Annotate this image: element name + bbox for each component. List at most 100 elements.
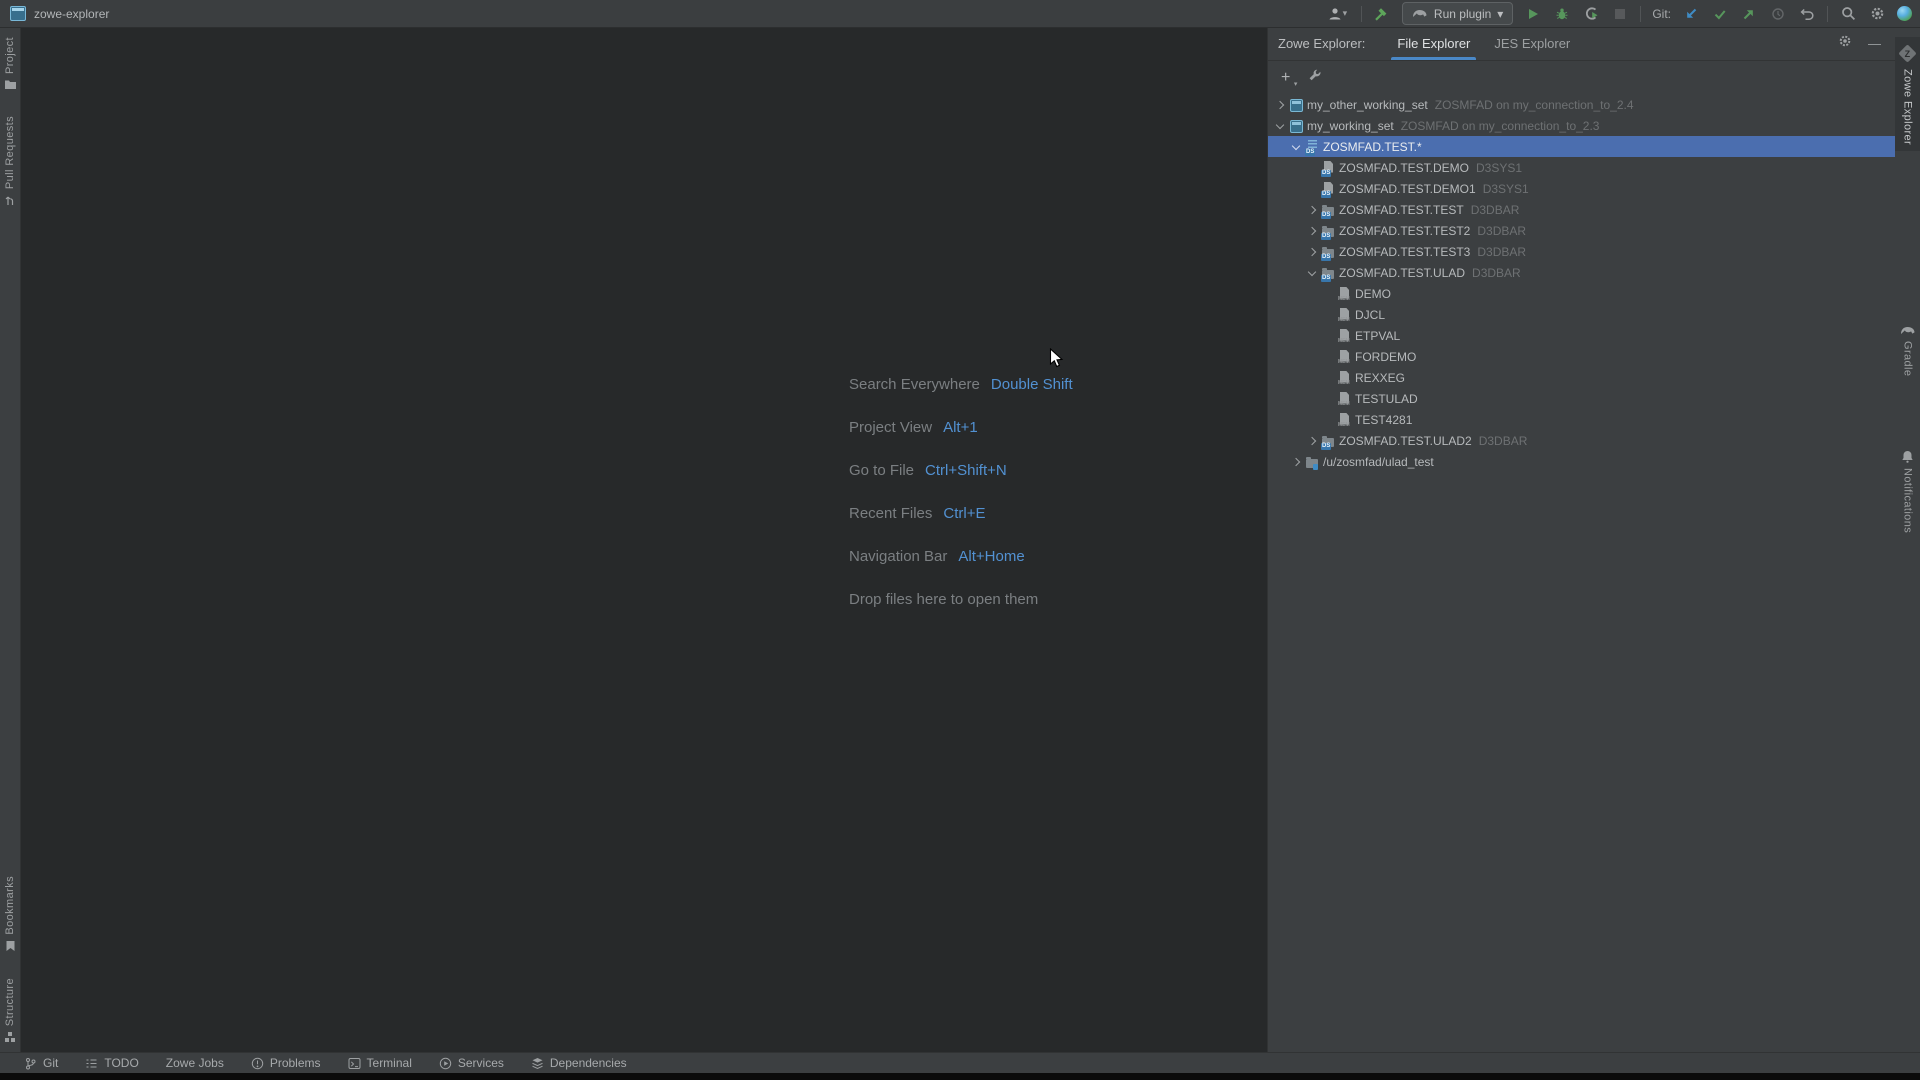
status-bar: Git TODO Zowe Jobs Problems Terminal Services…	[0, 1052, 1920, 1073]
chevron-right-icon[interactable]	[1304, 223, 1320, 239]
tree-item-label: my_other_working_set	[1307, 98, 1428, 112]
sidebar-item-pull-requests[interactable]: Pull Requests	[4, 116, 16, 207]
run-icon[interactable]	[1524, 4, 1542, 24]
statusbar-item-services[interactable]: Services	[439, 1056, 504, 1070]
zowe-panel-title: Zowe Explorer:	[1278, 36, 1365, 51]
ide-sphere-icon[interactable]	[1897, 6, 1912, 21]
build-hammer-icon[interactable]	[1373, 4, 1391, 24]
tree-row[interactable]: ZOSMFAD.TEST.TEST3D3DBAR	[1268, 241, 1895, 262]
tree-row[interactable]: ZOSMFAD.TEST.DEMOD3SYS1	[1268, 157, 1895, 178]
chevron-placeholder	[1304, 181, 1320, 197]
notifications-stripe-label: Notifications	[1902, 468, 1914, 533]
tree-item-label: DEMO	[1355, 287, 1391, 301]
folder-icon	[4, 79, 17, 90]
panel-settings-gear-icon[interactable]	[1838, 34, 1852, 53]
problems-icon	[251, 1057, 264, 1070]
shortcut-action-label: Recent Files	[849, 505, 932, 525]
chevron-down-icon[interactable]	[1304, 265, 1320, 281]
tree-row[interactable]: ZOSMFAD.TEST.DEMO1D3SYS1	[1268, 178, 1895, 199]
chevron-down-icon[interactable]	[1288, 139, 1304, 155]
statusbar-item-label: Problems	[270, 1056, 321, 1070]
statusbar-item-terminal[interactable]: Terminal	[348, 1056, 412, 1070]
tree-item-label: ZOSMFAD.TEST.TEST	[1339, 203, 1464, 217]
shortcut-keystroke: Double Shift	[991, 376, 1073, 396]
statusbar-item-todo[interactable]: TODO	[85, 1056, 138, 1070]
git-update-icon[interactable]	[1682, 4, 1700, 24]
run-with-coverage-icon[interactable]	[1582, 4, 1600, 24]
add-working-set-button[interactable]: +▾	[1281, 70, 1290, 86]
tree-item-suffix: D3SYS1	[1476, 161, 1522, 175]
sidebar-item-zowe-explorer[interactable]: Z Zowe Explorer	[1895, 37, 1920, 151]
search-everywhere-icon[interactable]	[1839, 4, 1857, 24]
sidebar-item-structure[interactable]: Structure	[4, 978, 16, 1043]
tree-row[interactable]: DJCL	[1268, 304, 1895, 325]
run-configuration-button[interactable]: Run plugin ▾	[1402, 2, 1513, 25]
tree-row[interactable]: ZOSMFAD.TEST.ULAD2D3DBAR	[1268, 430, 1895, 451]
tree-row[interactable]: ZOSMFAD.TEST.ULADD3DBAR	[1268, 262, 1895, 283]
tree-row[interactable]: TEST4281	[1268, 409, 1895, 430]
tree-row[interactable]: ZOSMFAD.TEST.TEST D3DBAR	[1268, 199, 1895, 220]
statusbar-item-label: Git	[43, 1056, 58, 1070]
shortcut-action-label: Search Everywhere	[849, 376, 980, 396]
tree-item-label: ZOSMFAD.TEST.*	[1323, 140, 1422, 154]
bottom-edge-strip	[0, 1073, 1920, 1080]
shortcut-hint-row: Project ViewAlt+1	[849, 419, 1073, 439]
dataset-file-icon	[1320, 181, 1337, 197]
statusbar-item-git[interactable]: Git	[24, 1056, 58, 1070]
chevron-right-icon[interactable]	[1304, 244, 1320, 260]
chevron-right-icon[interactable]	[1272, 97, 1288, 113]
rollback-icon[interactable]	[1798, 4, 1816, 24]
statusbar-item-zowe-jobs[interactable]: Zowe Jobs	[166, 1056, 224, 1070]
debug-icon[interactable]	[1553, 4, 1571, 24]
user-account-icon[interactable]: ▾	[1324, 4, 1350, 24]
tree-item-suffix: D3DBAR	[1471, 203, 1520, 217]
tree-row[interactable]: REXXEG	[1268, 367, 1895, 388]
chevron-placeholder	[1304, 160, 1320, 176]
chevron-right-icon[interactable]	[1288, 454, 1304, 470]
tab-jes-explorer[interactable]: JES Explorer	[1482, 27, 1582, 60]
shortcut-hint-row: Recent Files Ctrl+E	[849, 505, 1073, 525]
tree-row[interactable]: TESTULAD	[1268, 388, 1895, 409]
terminal-icon	[348, 1057, 361, 1070]
tree-item-label: REXXEG	[1355, 371, 1405, 385]
tree-row[interactable]: my_other_working_setZOSMFAD on my_connec…	[1268, 94, 1895, 115]
tree-row[interactable]: ZOSMFAD.TEST.*	[1268, 136, 1895, 157]
shortcut-keystroke: Ctrl+E	[943, 505, 985, 525]
tree-item-suffix: D3DBAR	[1477, 224, 1526, 238]
tree-row[interactable]: ZOSMFAD.TEST.TEST2 D3DBAR	[1268, 220, 1895, 241]
working-set-icon	[1288, 118, 1305, 134]
tree-row[interactable]: FORDEMO	[1268, 346, 1895, 367]
dataset-folder-icon	[1320, 433, 1337, 449]
tab-file-explorer[interactable]: File Explorer	[1385, 27, 1482, 60]
member-icon	[1336, 370, 1353, 386]
zowe-icon: Z	[1898, 44, 1916, 62]
sidebar-item-gradle[interactable]: Gradle	[1895, 325, 1920, 376]
settings-gear-icon[interactable]	[1868, 4, 1886, 24]
zowe-panel-toolbar: +▾	[1268, 61, 1895, 94]
statusbar-item-problems[interactable]: Problems	[251, 1056, 321, 1070]
tree-item-label: ZOSMFAD.TEST.TEST2	[1339, 224, 1470, 238]
panel-minimize-icon[interactable]: —	[1868, 37, 1881, 50]
sidebar-item-project[interactable]: Project	[4, 37, 17, 90]
statusbar-item-dependencies[interactable]: Dependencies	[531, 1056, 627, 1070]
drop-files-hint: Drop files here to open them	[849, 591, 1073, 608]
wrench-settings-icon[interactable]	[1308, 68, 1322, 87]
git-push-icon[interactable]	[1740, 4, 1758, 24]
chevron-down-icon: ▾	[1497, 8, 1503, 20]
chevron-placeholder	[1320, 307, 1336, 323]
tree-row[interactable]: DEMO	[1268, 283, 1895, 304]
window-title: zowe-explorer	[34, 7, 109, 21]
tree-row[interactable]: /u/zosmfad/ulad_test	[1268, 451, 1895, 472]
sidebar-item-bookmarks[interactable]: Bookmarks	[4, 876, 16, 952]
git-commit-icon[interactable]	[1711, 4, 1729, 24]
shortcut-action-label: Project View	[849, 419, 932, 439]
sidebar-item-notifications[interactable]: Notifications	[1895, 450, 1920, 533]
chevron-placeholder	[1320, 349, 1336, 365]
chevron-right-icon[interactable]	[1304, 433, 1320, 449]
tree-row[interactable]: ETPVAL	[1268, 325, 1895, 346]
history-icon	[1769, 4, 1787, 24]
chevron-down-icon[interactable]	[1272, 118, 1288, 134]
window-icon	[10, 6, 26, 21]
tree-row[interactable]: my_working_setZOSMFAD on my_connection_t…	[1268, 115, 1895, 136]
chevron-right-icon[interactable]	[1304, 202, 1320, 218]
